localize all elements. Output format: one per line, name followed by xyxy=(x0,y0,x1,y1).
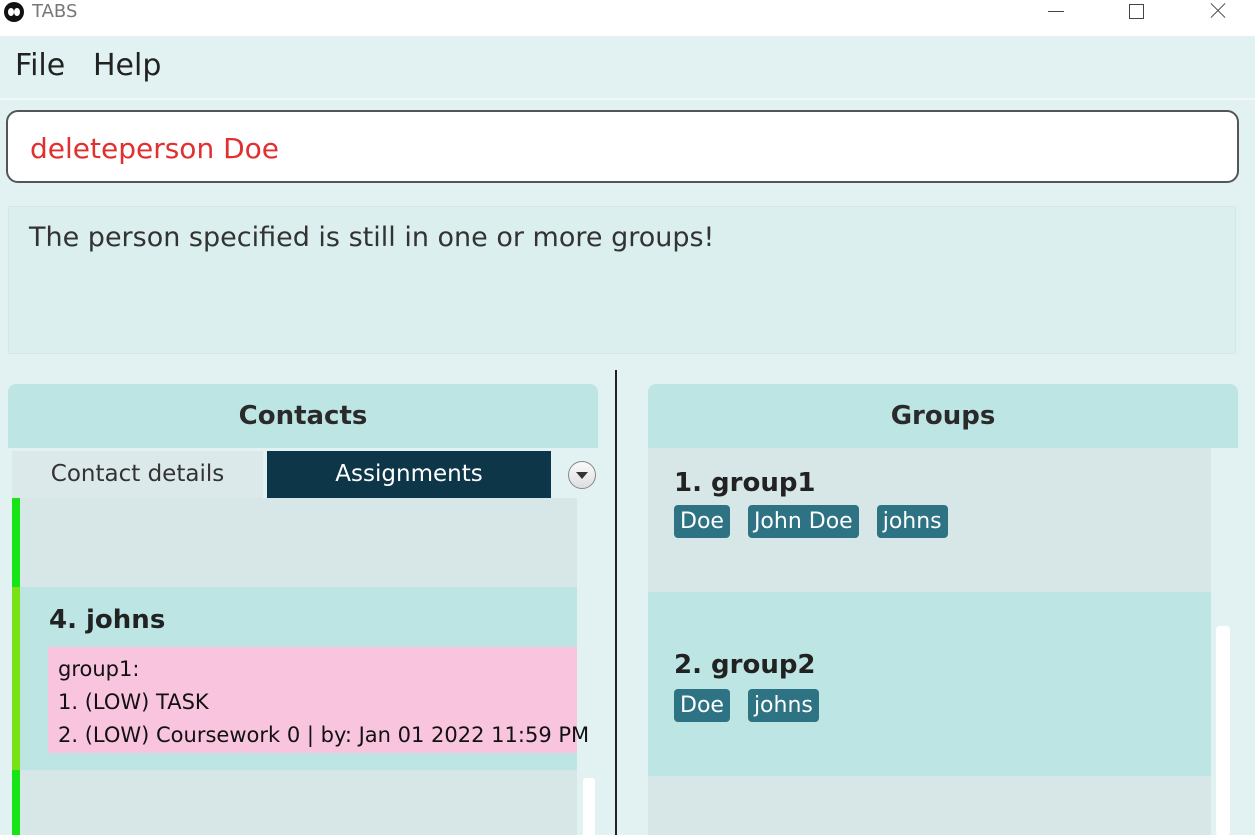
tab-contact-details[interactable]: Contact details xyxy=(12,451,263,498)
maximize-icon[interactable] xyxy=(1116,0,1156,24)
tab-dropdown-icon[interactable] xyxy=(568,461,596,489)
contact-name: 4. johns xyxy=(49,605,166,635)
menu-help[interactable]: Help xyxy=(93,48,161,84)
list-item[interactable]: 4. johns group1: 1. (LOW) TASK 2. (LOW) … xyxy=(12,587,590,770)
list-item[interactable]: 2. group2 Doe johns xyxy=(648,592,1211,776)
cell-stripe xyxy=(12,498,20,587)
command-box[interactable] xyxy=(6,110,1239,183)
member-tag: Doe xyxy=(674,689,730,722)
cell-stripe xyxy=(12,587,20,770)
tab-assignments[interactable]: Assignments xyxy=(267,451,551,498)
list-item[interactable] xyxy=(12,498,577,587)
groups-list[interactable]: 1. group1 Doe John Doe johns 2. group2 D… xyxy=(648,448,1238,835)
app-logo-icon xyxy=(4,2,24,22)
menu-separator xyxy=(0,98,1255,100)
member-tag: Doe xyxy=(674,505,730,538)
contacts-scrollbar[interactable] xyxy=(583,778,595,835)
assignment-item: 2. (LOW) Coursework 0 | by: Jan 01 2022 … xyxy=(58,723,590,747)
assignment-box: group1: 1. (LOW) TASK 2. (LOW) Coursewor… xyxy=(48,647,590,753)
list-item[interactable] xyxy=(12,770,577,835)
group-name: 1. group1 xyxy=(674,468,816,498)
window-title-bar: TABS xyxy=(0,0,1255,36)
panel-divider[interactable] xyxy=(615,370,617,835)
assignment-group-label: group1: xyxy=(58,657,140,681)
contacts-tab-bar: Contact details Assignments xyxy=(8,448,598,498)
member-tag: johns xyxy=(747,689,819,722)
window-title: TABS xyxy=(32,1,78,22)
contacts-header: Contacts xyxy=(8,384,598,448)
list-item[interactable] xyxy=(648,776,1211,835)
command-input[interactable] xyxy=(30,130,1210,166)
member-tag: johns xyxy=(876,505,948,538)
list-item[interactable]: 1. group1 Doe John Doe johns xyxy=(648,448,1211,592)
result-message: The person specified is still in one or … xyxy=(29,222,715,253)
groups-scrollbar[interactable] xyxy=(1216,626,1230,835)
minimize-icon[interactable] xyxy=(1036,0,1076,24)
cell-stripe xyxy=(12,770,20,835)
group-members: Doe johns xyxy=(674,689,819,722)
result-display: The person specified is still in one or … xyxy=(8,206,1236,354)
menu-bar: File Help xyxy=(0,36,1255,98)
member-tag: John Doe xyxy=(747,505,859,538)
assignment-item: 1. (LOW) TASK xyxy=(58,690,209,714)
group-name: 2. group2 xyxy=(674,650,816,680)
groups-header: Groups xyxy=(648,384,1238,448)
menu-file[interactable]: File xyxy=(15,48,65,84)
close-icon[interactable] xyxy=(1197,0,1237,24)
contacts-list[interactable]: 4. johns group1: 1. (LOW) TASK 2. (LOW) … xyxy=(8,498,598,835)
group-members: Doe John Doe johns xyxy=(674,505,948,538)
